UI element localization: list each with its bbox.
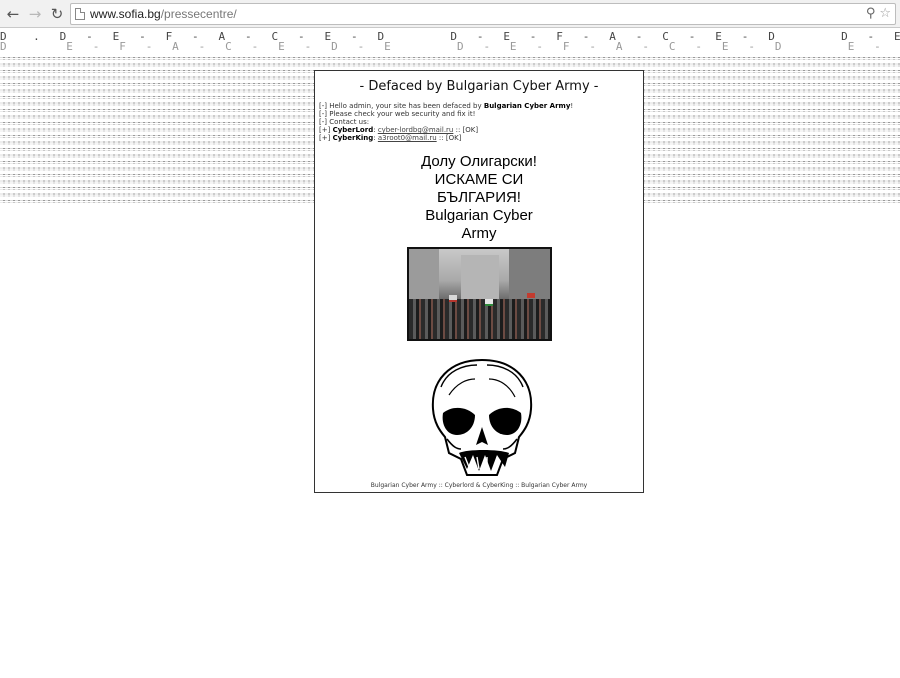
slogan-line-2: ИСКАМЕ СИ: [434, 171, 524, 188]
photo-flag-2: [485, 299, 493, 306]
panel-footer: Bulgarian Cyber Army :: Cyberlord & Cybe…: [370, 482, 588, 489]
photo-flag-3: [527, 293, 535, 298]
contact-cyberlord: [+] CyberLord: cyber-lordbg@mail.ru :: […: [319, 126, 639, 134]
deface-banner: D . D - E - F - A - C - E - D D - E - F …: [0, 30, 900, 56]
slogan-line-1: Долу Олигарски!: [421, 153, 537, 170]
message-line-3: [-] Contact us:: [319, 118, 370, 126]
url-text[interactable]: www.sofia.bg/pressecentre/: [90, 7, 237, 21]
deface-banner-shadow: D E - F - A - C - E - D - E D - E - F - …: [0, 40, 881, 53]
contact-1-status: :: [OK]: [453, 126, 479, 134]
contact-1-prefix: [+]: [319, 126, 333, 134]
bookmark-star-icon[interactable]: ☆: [879, 6, 891, 21]
browser-toolbar: ← → ↻ www.sofia.bg/pressecentre/ ⚲ ☆: [0, 0, 900, 28]
search-zoom-icon[interactable]: ⚲: [866, 6, 876, 21]
group-name: Bulgarian Cyber Army: [483, 102, 571, 110]
slogan: Долу Олигарски! ИСКАМЕ СИ БЪЛГАРИЯ! Bulg…: [315, 153, 643, 243]
message-line-1-text: [-] Hello admin, your site has been defa…: [319, 102, 484, 110]
slogan-line-3: БЪЛГАРИЯ!: [437, 189, 521, 206]
contact-1-email-link[interactable]: cyber-lordbg@mail.ru: [378, 126, 454, 134]
message-line-2: [-] Please check your web security and f…: [319, 110, 476, 118]
contact-2-status: :: [OK]: [436, 134, 462, 142]
page-icon: [75, 8, 85, 20]
url-host: www.sofia.bg: [90, 7, 161, 21]
panel-title: - Defaced by Bulgarian Cyber Army -: [359, 79, 599, 94]
address-bar[interactable]: www.sofia.bg/pressecentre/ ⚲ ☆: [70, 3, 896, 25]
photo-building-center: [461, 255, 499, 299]
slogan-line-5: Army: [461, 225, 497, 242]
contact-cyberking: [+] CyberKing: a3root0@mail.ru :: [OK]: [319, 134, 639, 142]
protest-photo: [407, 247, 552, 341]
reload-icon[interactable]: ↻: [48, 5, 66, 23]
photo-crowd: [409, 299, 550, 339]
message-line-1: [-] Hello admin, your site has been defa…: [319, 102, 639, 110]
message-line-1-end: !: [570, 102, 574, 110]
forward-arrow-icon[interactable]: →: [26, 5, 44, 23]
message-block: [-] Hello admin, your site has been defa…: [319, 102, 639, 142]
contact-2-prefix: [+]: [319, 134, 333, 142]
photo-flag-1: [449, 295, 457, 302]
contact-2-email-link[interactable]: a3root0@mail.ru: [378, 134, 437, 142]
contact-1-name: CyberLord: [332, 126, 374, 134]
slogan-line-4: Bulgarian Cyber: [425, 207, 533, 224]
back-arrow-icon[interactable]: ←: [4, 5, 22, 23]
url-path: /pressecentre/: [160, 7, 237, 21]
skull-icon: [431, 358, 533, 476]
contact-2-name: CyberKing: [332, 134, 374, 142]
deface-panel: - Defaced by Bulgarian Cyber Army - [-] …: [314, 70, 644, 493]
